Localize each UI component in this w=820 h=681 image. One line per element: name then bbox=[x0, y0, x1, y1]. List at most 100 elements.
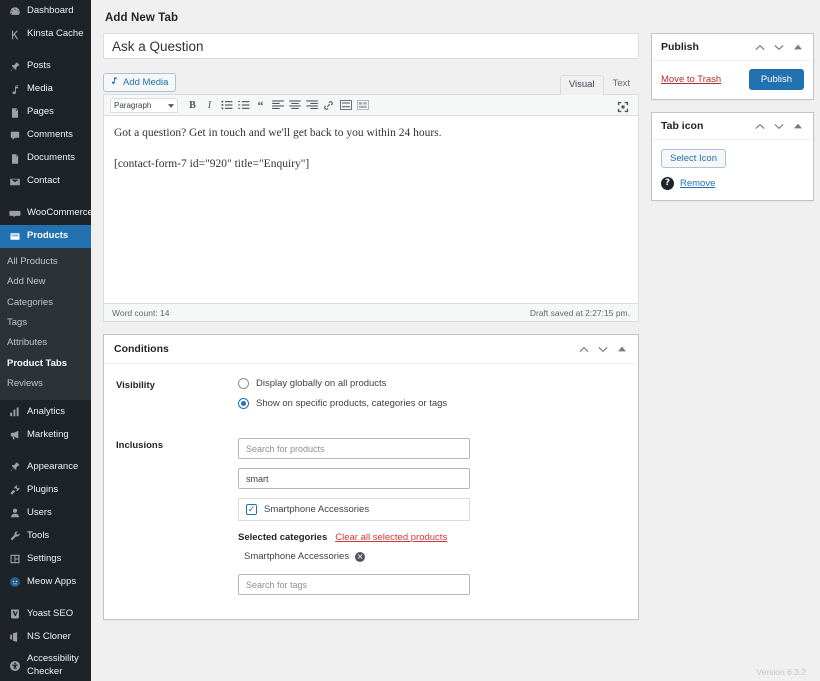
category-search-input[interactable]: smart bbox=[238, 468, 470, 489]
sidebar-item-label: Analytics bbox=[27, 406, 65, 418]
publish-panel-body: Move to Trash Publish bbox=[652, 61, 813, 99]
sidebar-separator bbox=[0, 46, 91, 55]
pages-icon bbox=[7, 106, 22, 119]
woocommerce-icon bbox=[7, 207, 22, 220]
sidebar-item-settings[interactable]: Settings bbox=[0, 547, 91, 570]
page-title: Add New Tab bbox=[105, 12, 808, 24]
align-left-icon[interactable] bbox=[269, 97, 286, 113]
move-up-icon[interactable] bbox=[754, 41, 766, 53]
radio-show-on-specific[interactable]: Show on specific products, categories or… bbox=[238, 398, 626, 409]
selected-categories-header: Selected categories Clear all selected p… bbox=[238, 532, 626, 543]
wp-admin-screen: Dashboard Kinsta Cache Posts MediaPages Comm… bbox=[0, 0, 820, 681]
move-down-icon[interactable] bbox=[773, 120, 785, 132]
sidebar-item-accessibility-checker[interactable]: Accessibility Checker bbox=[0, 648, 91, 681]
product-search-input[interactable]: Search for products bbox=[238, 438, 470, 459]
accessibility-checker-icon bbox=[7, 659, 22, 672]
radio-display-globally[interactable]: Display globally on all products bbox=[238, 378, 626, 389]
sidebar-item-label: Products bbox=[27, 230, 68, 242]
toggle-panel-icon[interactable] bbox=[792, 41, 804, 53]
sidebar-item-analytics[interactable]: Analytics bbox=[0, 400, 91, 423]
move-up-icon[interactable] bbox=[578, 343, 590, 355]
submenu-item-reviews[interactable]: Reviews bbox=[0, 374, 91, 394]
move-to-trash-link[interactable]: Move to Trash bbox=[661, 74, 721, 85]
clear-all-selected-products-link[interactable]: Clear all selected products bbox=[335, 532, 447, 543]
radio-label: Show on specific products, categories or… bbox=[256, 398, 447, 409]
numbered-list-icon[interactable] bbox=[235, 97, 252, 113]
bold-icon[interactable]: B bbox=[184, 97, 201, 113]
sidebar-item-meow-apps[interactable]: Meow Apps bbox=[0, 570, 91, 593]
toggle-panel-icon[interactable] bbox=[792, 120, 804, 132]
dropdown-option-label: Smartphone Accessories bbox=[264, 504, 369, 515]
sidebar-item-label: Plugins bbox=[27, 484, 58, 496]
sidebar-item-dashboard[interactable]: Dashboard bbox=[0, 0, 91, 23]
sidebar-item-tools[interactable]: Tools bbox=[0, 524, 91, 547]
marketing-megaphone-icon bbox=[7, 428, 22, 441]
sidebar-item-marketing[interactable]: Marketing bbox=[0, 423, 91, 446]
sidebar-item-woocommerce[interactable]: WooCommerce bbox=[0, 202, 91, 225]
format-select[interactable]: Paragraph bbox=[110, 98, 178, 113]
toggle-panel-icon[interactable] bbox=[616, 343, 628, 355]
submenu-item-all-products[interactable]: All Products bbox=[0, 252, 91, 272]
documents-icon bbox=[7, 152, 22, 165]
chevron-down-icon bbox=[168, 101, 174, 110]
sidebar-item-label: Meow Apps bbox=[27, 576, 76, 588]
sidebar-item-label: Posts bbox=[27, 60, 51, 72]
sidebar-item-label: Comments bbox=[27, 129, 73, 141]
submenu-item-product-tabs[interactable]: Product Tabs bbox=[0, 354, 91, 374]
add-media-button[interactable]: Add Media bbox=[103, 73, 176, 92]
sidebar-item-plugins[interactable]: Plugins bbox=[0, 478, 91, 501]
tab-text[interactable]: Text bbox=[604, 74, 639, 94]
sidebar-item-yoast-seo[interactable]: Yoast SEO bbox=[0, 602, 91, 625]
current-icon-row: ? Remove bbox=[661, 177, 804, 190]
sidebar-item-documents[interactable]: Documents bbox=[0, 147, 91, 170]
editor-box: Paragraph B I bbox=[103, 94, 639, 322]
sidebar-item-comments[interactable]: Comments bbox=[0, 124, 91, 147]
sidebar-item-kinsta-cache[interactable]: Kinsta Cache bbox=[0, 23, 91, 46]
sidebar-item-media[interactable]: Media bbox=[0, 78, 91, 101]
move-down-icon[interactable] bbox=[597, 343, 609, 355]
tag-search-input[interactable]: Search for tags bbox=[238, 574, 470, 595]
draft-saved-status: Draft saved at 2:27:15 pm. bbox=[530, 308, 630, 318]
bulleted-list-icon[interactable] bbox=[218, 97, 235, 113]
submenu-item-attributes[interactable]: Attributes bbox=[0, 333, 91, 353]
sidebar-item-posts[interactable]: Posts bbox=[0, 55, 91, 78]
sidebar-item-appearance[interactable]: Appearance bbox=[0, 455, 91, 478]
submenu-item-categories[interactable]: Categories bbox=[0, 293, 91, 313]
remove-category-icon[interactable]: × bbox=[355, 552, 365, 562]
tab-title-input[interactable] bbox=[103, 33, 639, 59]
sidebar-separator bbox=[0, 446, 91, 455]
admin-sidebar: Dashboard Kinsta Cache Posts MediaPages Comm… bbox=[0, 0, 91, 681]
visibility-options: Display globally on all products Show on… bbox=[238, 378, 626, 418]
italic-icon[interactable]: I bbox=[201, 97, 218, 113]
distraction-free-icon[interactable] bbox=[614, 99, 631, 115]
link-icon[interactable] bbox=[320, 97, 337, 113]
align-center-icon[interactable] bbox=[286, 97, 303, 113]
visibility-row: Visibility Display globally on all produ… bbox=[116, 378, 626, 418]
select-icon-button[interactable]: Select Icon bbox=[661, 149, 726, 168]
sidebar-item-ns-cloner[interactable]: NS Cloner bbox=[0, 625, 91, 648]
sidebar-item-products[interactable]: Products bbox=[0, 225, 91, 248]
align-right-icon[interactable] bbox=[303, 97, 320, 113]
toolbar-toggle-icon[interactable] bbox=[354, 97, 371, 113]
remove-icon-link[interactable]: Remove bbox=[680, 178, 715, 189]
tab-visual[interactable]: Visual bbox=[560, 75, 604, 95]
submenu-item-tags[interactable]: Tags bbox=[0, 313, 91, 333]
editor-content-area[interactable]: Got a question? Get in touch and we'll g… bbox=[104, 116, 638, 303]
sidebar-item-contact[interactable]: Contact bbox=[0, 170, 91, 193]
blockquote-icon[interactable]: “ bbox=[252, 97, 269, 113]
move-up-icon[interactable] bbox=[754, 120, 766, 132]
submenu-item-add-new[interactable]: Add New bbox=[0, 272, 91, 292]
sidebar-item-label: Accessibility Checker bbox=[27, 653, 91, 678]
read-more-icon[interactable] bbox=[337, 97, 354, 113]
dropdown-option-smartphone-accessories[interactable]: ✓ Smartphone Accessories bbox=[246, 504, 462, 515]
media-icon bbox=[7, 83, 22, 96]
sidebar-item-users[interactable]: Users bbox=[0, 501, 91, 524]
publish-button[interactable]: Publish bbox=[749, 69, 804, 90]
meow-apps-icon bbox=[7, 575, 22, 588]
radio-button-unchecked-icon bbox=[238, 378, 249, 389]
sidebar-item-pages[interactable]: Pages bbox=[0, 101, 91, 124]
editor-paragraph-1: Got a question? Get in touch and we'll g… bbox=[114, 125, 628, 143]
move-down-icon[interactable] bbox=[773, 41, 785, 53]
radio-button-checked-icon bbox=[238, 398, 249, 409]
sidebar-item-label: Dashboard bbox=[27, 5, 73, 17]
